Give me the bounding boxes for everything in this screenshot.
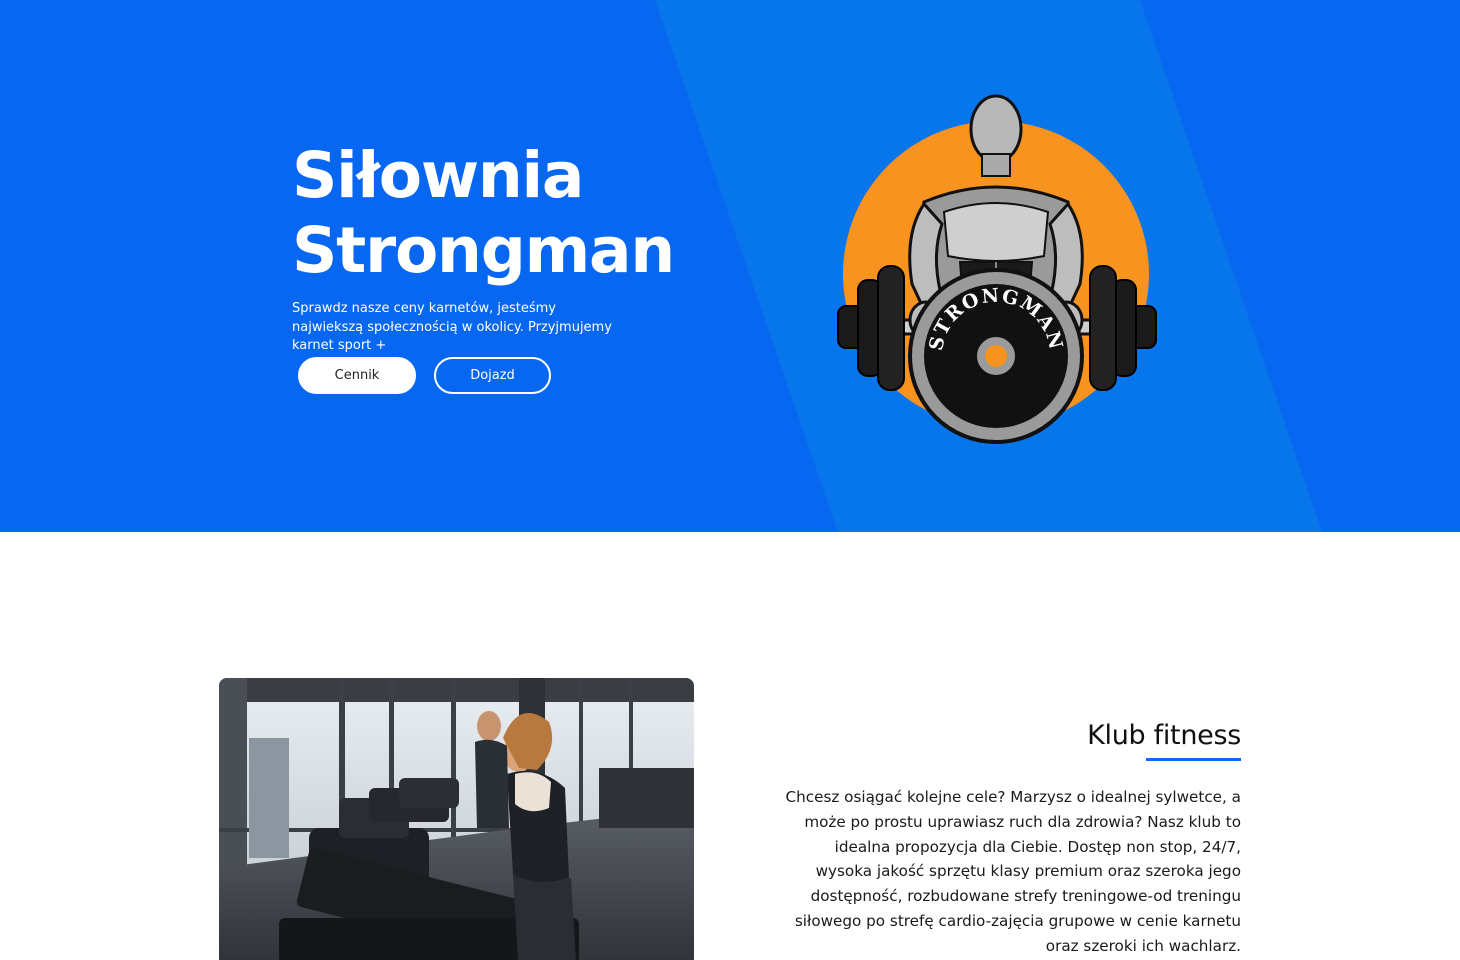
- treadmill-gym-photo: [219, 678, 694, 960]
- hero-subtitle: Sprawdz nasze ceny karnetów, jesteśmy na…: [292, 301, 612, 353]
- page-title: Siłownia Strongman: [292, 138, 712, 288]
- about-title: Klub fitness: [1087, 720, 1241, 751]
- gym-photo-illustration: [219, 678, 694, 960]
- directions-button[interactable]: Dojazd: [434, 357, 551, 394]
- pricing-button[interactable]: Cennik: [298, 357, 416, 394]
- hero-diagonal-stripe: [655, 0, 1322, 532]
- hero-buttons: Cennik Dojazd: [298, 357, 551, 394]
- strongman-logo-icon: STRONGMAN: [837, 94, 1157, 444]
- hero-text-block: Siłownia Strongman Sprawdz nasze ceny ka…: [292, 138, 712, 356]
- hero-section: Siłownia Strongman Sprawdz nasze ceny ka…: [0, 0, 1460, 532]
- page-title-line-2: Strongman: [292, 214, 675, 287]
- about-title-underline: [1146, 758, 1241, 761]
- page-title-line-1: Siłownia: [292, 139, 584, 212]
- about-section: Klub fitness Chcesz osiągać kolejne cele…: [780, 720, 1242, 959]
- about-text: Chcesz osiągać kolejne cele? Marzysz o i…: [785, 788, 1241, 955]
